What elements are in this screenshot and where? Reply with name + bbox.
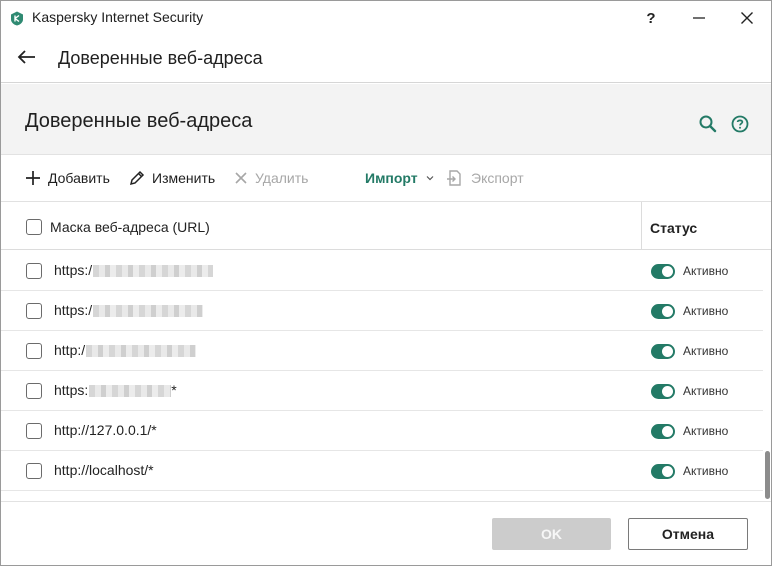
minimize-icon bbox=[693, 17, 705, 19]
section-title: Доверенные веб-адреса bbox=[25, 110, 253, 132]
row-checkbox[interactable] bbox=[26, 423, 42, 439]
import-label: Импорт bbox=[365, 170, 418, 186]
url-table: Маска веб-адреса (URL) Статус https:/ Ак… bbox=[1, 201, 771, 501]
close-x-icon bbox=[235, 172, 247, 184]
table-row[interactable]: http:/ Активно bbox=[1, 331, 763, 371]
row-url: http://127.0.0.1/* bbox=[54, 422, 157, 438]
status-text: Активно bbox=[683, 304, 729, 318]
row-url-suffix: * bbox=[171, 382, 177, 398]
help-circle-icon bbox=[731, 115, 749, 133]
table-row[interactable]: https:/ Активно bbox=[1, 251, 763, 291]
arrow-left-icon bbox=[17, 50, 35, 64]
pencil-icon bbox=[129, 170, 145, 186]
row-checkbox[interactable] bbox=[26, 343, 42, 359]
status-text: Активно bbox=[683, 424, 729, 438]
kaspersky-shield-icon bbox=[11, 11, 23, 26]
redacted-text bbox=[89, 385, 172, 398]
status-toggle[interactable] bbox=[651, 424, 675, 439]
export-label: Экспорт bbox=[471, 170, 524, 186]
status-text: Активно bbox=[683, 344, 729, 358]
plus-icon bbox=[26, 171, 40, 185]
status-text: Активно bbox=[683, 264, 729, 278]
ok-button[interactable]: OK bbox=[492, 518, 611, 550]
back-button[interactable] bbox=[15, 45, 39, 69]
edit-button[interactable]: Изменить bbox=[129, 168, 215, 188]
export-icon bbox=[447, 170, 461, 186]
add-label: Добавить bbox=[48, 170, 110, 186]
app-title: Kaspersky Internet Security bbox=[32, 9, 204, 25]
status-toggle[interactable] bbox=[651, 304, 675, 319]
window-help-button[interactable]: ? bbox=[636, 5, 666, 31]
row-checkbox[interactable] bbox=[26, 463, 42, 479]
row-url-prefix: https:/ bbox=[54, 262, 93, 278]
status-toggle[interactable] bbox=[651, 464, 675, 479]
edit-label: Изменить bbox=[152, 170, 216, 186]
table-header: Маска веб-адреса (URL) Статус bbox=[1, 202, 771, 250]
row-url: https:/ bbox=[54, 302, 204, 318]
page-title: Доверенные веб-адреса bbox=[58, 48, 263, 68]
table-row[interactable]: https: * Активно bbox=[1, 371, 763, 411]
table-row[interactable]: https:/ Активно bbox=[1, 291, 763, 331]
status-toggle[interactable] bbox=[651, 264, 675, 279]
row-url: https: * bbox=[54, 382, 177, 398]
search-button[interactable] bbox=[698, 114, 718, 134]
row-checkbox[interactable] bbox=[26, 303, 42, 319]
row-checkbox[interactable] bbox=[26, 263, 42, 279]
add-button[interactable]: Добавить bbox=[25, 168, 110, 188]
column-header-url[interactable]: Маска веб-адреса (URL) bbox=[50, 219, 210, 235]
row-url: http:/ bbox=[54, 342, 197, 358]
status-text: Активно bbox=[683, 464, 729, 478]
row-checkbox[interactable] bbox=[26, 383, 42, 399]
import-dropdown[interactable]: Импорт bbox=[365, 168, 435, 188]
select-all-checkbox[interactable] bbox=[26, 219, 42, 235]
redacted-text bbox=[93, 305, 204, 318]
export-button[interactable]: Экспорт bbox=[446, 168, 524, 188]
row-url: http://localhost/* bbox=[54, 462, 154, 478]
help-button[interactable] bbox=[730, 114, 750, 134]
row-url-prefix: https:/ bbox=[54, 302, 93, 318]
row-url-prefix: http:/ bbox=[54, 342, 86, 358]
column-header-status[interactable]: Статус bbox=[650, 220, 697, 236]
redacted-text bbox=[93, 265, 214, 278]
delete-label: Удалить bbox=[255, 170, 309, 186]
vertical-scrollbar[interactable] bbox=[763, 251, 771, 501]
chevron-down-icon bbox=[426, 176, 434, 181]
scrollbar-thumb[interactable] bbox=[765, 451, 770, 499]
row-url: https:/ bbox=[54, 262, 214, 278]
minimize-button[interactable] bbox=[684, 5, 714, 31]
search-icon bbox=[699, 115, 717, 133]
dialog-footer: OK Отмена bbox=[1, 501, 771, 565]
title-bar: Kaspersky Internet Security ? bbox=[1, 1, 771, 35]
column-divider[interactable] bbox=[641, 202, 642, 250]
section-header: Доверенные веб-адреса bbox=[1, 84, 771, 155]
page-header: Доверенные веб-адреса bbox=[1, 35, 771, 83]
status-toggle[interactable] bbox=[651, 384, 675, 399]
cancel-button[interactable]: Отмена bbox=[628, 518, 748, 550]
delete-button[interactable]: Удалить bbox=[234, 168, 308, 188]
dialog-window: Kaspersky Internet Security ? Доверенные… bbox=[0, 0, 772, 566]
status-toggle[interactable] bbox=[651, 344, 675, 359]
close-window-button[interactable] bbox=[732, 5, 762, 31]
status-text: Активно bbox=[683, 384, 729, 398]
table-row[interactable]: http://localhost/* Активно bbox=[1, 451, 763, 491]
table-row[interactable]: http://127.0.0.1/* Активно bbox=[1, 411, 763, 451]
close-icon bbox=[741, 12, 753, 24]
toolbar: Добавить Изменить Удалить Импорт Экспорт bbox=[1, 156, 771, 200]
redacted-text bbox=[86, 345, 197, 358]
row-url-prefix: https: bbox=[54, 382, 89, 398]
